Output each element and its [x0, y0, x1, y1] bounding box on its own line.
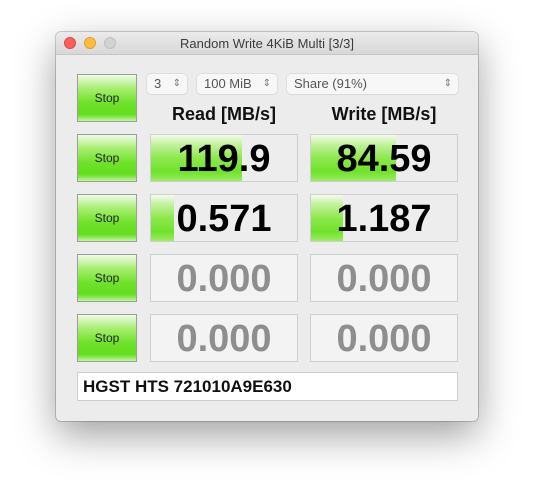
stop-button-row-1[interactable]: Stop — [77, 134, 137, 182]
drive-select[interactable]: Share (91%) ⇕ — [287, 74, 458, 94]
read-value: 0.000 — [176, 258, 272, 300]
read-value: 119.9 — [177, 138, 271, 180]
window-title: Random Write 4KiB Multi [3/3] — [180, 36, 354, 51]
read-result-row-2: 0.571 — [150, 194, 298, 242]
stop-button-row-4[interactable]: Stop — [77, 314, 137, 362]
up-down-arrows-icon: ⇕ — [172, 78, 181, 89]
read-value: 0.000 — [176, 318, 272, 360]
read-result-row-1: 119.9 — [150, 134, 298, 182]
drive-value: Share (91%) — [294, 76, 367, 91]
write-header: Write [MB/s] — [331, 104, 437, 124]
write-result-row-4: 0.000 — [310, 314, 458, 362]
write-result-row-1: 84.59 — [310, 134, 458, 182]
device-name-field[interactable]: HGST HTS 721010A9E630 — [77, 372, 458, 401]
stop-button-row-2[interactable]: Stop — [77, 194, 137, 242]
read-result-row-4: 0.000 — [150, 314, 298, 362]
up-down-arrows-icon: ⇕ — [262, 78, 271, 89]
size-value: 100 MiB — [204, 76, 252, 91]
count-select[interactable]: 3 ⇕ — [147, 74, 187, 94]
size-select[interactable]: 100 MiB ⇕ — [197, 74, 277, 94]
write-result-row-2: 1.187 — [310, 194, 458, 242]
write-value: 84.59 — [336, 138, 432, 180]
title-bar: Random Write 4KiB Multi [3/3] — [56, 32, 478, 55]
stop-button-row-3[interactable]: Stop — [77, 254, 137, 302]
write-value: 1.187 — [336, 198, 432, 240]
stop-all-button[interactable]: Stop — [77, 74, 137, 122]
app-window: Random Write 4KiB Multi [3/3] Stop 3 ⇕ 1… — [56, 32, 478, 421]
read-value: 0.571 — [176, 198, 272, 240]
write-value: 0.000 — [336, 258, 432, 300]
up-down-arrows-icon: ⇕ — [443, 78, 452, 89]
write-result-row-3: 0.000 — [310, 254, 458, 302]
read-header: Read [MB/s] — [171, 104, 276, 124]
write-value: 0.000 — [336, 318, 432, 360]
read-result-row-3: 0.000 — [150, 254, 298, 302]
count-value: 3 — [154, 76, 162, 91]
